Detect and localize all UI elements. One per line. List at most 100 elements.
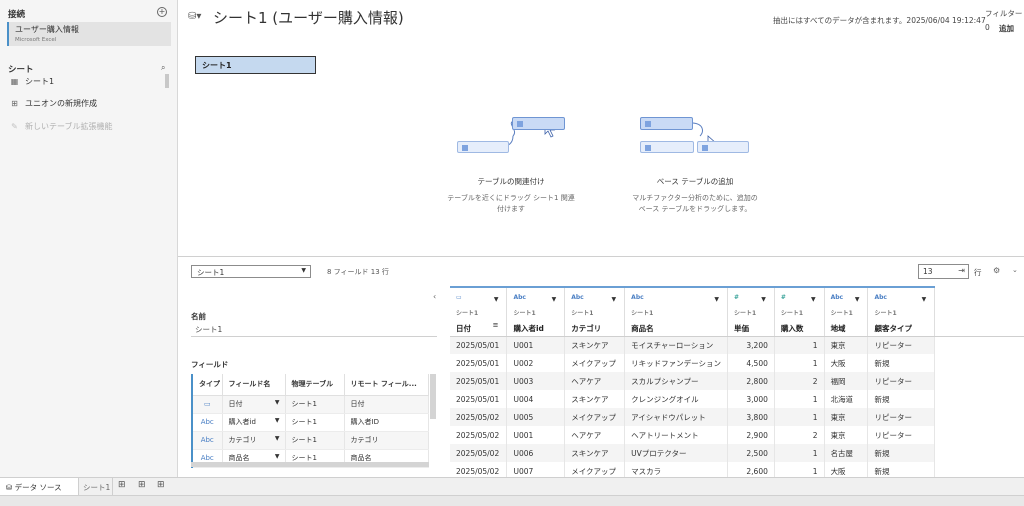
grid-cell[interactable]: 2,800 [727, 372, 775, 390]
grid-cell[interactable]: U006 [506, 444, 566, 462]
grid-cell[interactable]: 福岡 [824, 372, 869, 390]
grid-column-header[interactable]: Abc ▼ シート1 商品名 [624, 286, 729, 337]
field-header-table[interactable]: 物理テーブル [285, 374, 345, 396]
tab-data-source[interactable]: ⛁ データ ソース [0, 478, 79, 496]
grid-cell[interactable]: モイスチャーローション [624, 336, 729, 354]
grid-cell[interactable]: マスカラ [624, 462, 729, 477]
string-type-icon[interactable]: Abc [874, 294, 928, 303]
chevron-down-icon[interactable]: ▼ [275, 435, 280, 442]
field-table-vscrollbar[interactable] [430, 374, 436, 419]
tab-sheet[interactable]: シート1 [79, 478, 113, 496]
grid-cell[interactable]: 1 [774, 390, 825, 408]
grid-column-header[interactable]: # ▼ シート1 単価 [727, 286, 775, 337]
rows-input[interactable]: 13 ⇥ [918, 264, 969, 279]
grid-cell[interactable]: 2025/05/02 [450, 462, 508, 477]
chevron-down-icon[interactable]: ▼ [275, 417, 280, 424]
search-icon[interactable]: ⌕ [161, 63, 165, 73]
table-row[interactable]: Abc カテゴリ ▼ シート1 カテゴリ [191, 431, 429, 450]
grid-cell[interactable]: メイクアップ [564, 354, 626, 372]
grid-cell[interactable]: 東京 [824, 426, 869, 444]
table-select[interactable]: シート1 ▼ [191, 265, 311, 278]
grid-cell[interactable]: ヘアケア [564, 426, 626, 444]
grid-cell[interactable]: 3,000 [727, 390, 775, 408]
grid-cell[interactable]: リピーター [867, 408, 936, 426]
new-dashboard-icon[interactable]: ⊞ [138, 480, 146, 490]
grid-cell[interactable]: 2025/05/01 [450, 354, 508, 372]
grid-cell[interactable]: 3,800 [727, 408, 775, 426]
grid-cell[interactable]: 東京 [824, 336, 869, 354]
grid-cell[interactable]: 2,900 [727, 426, 775, 444]
grid-column-header[interactable]: # ▼ シート1 購入数 [774, 286, 825, 337]
grid-cell[interactable]: U007 [506, 462, 566, 477]
table-row[interactable]: ▭ 日付 ▼ シート1 日付 [191, 395, 429, 414]
chevron-down-icon[interactable]: ▼ [275, 399, 280, 406]
name-input[interactable]: シート1 [195, 324, 222, 335]
grid-cell[interactable]: 1 [774, 444, 825, 462]
sheet-item[interactable]: ▦ シート1 [10, 74, 54, 88]
grid-column-header[interactable]: ▭ ▼ シート1 日付 ≡ [450, 286, 508, 337]
new-worksheet-icon[interactable]: ⊞ [118, 480, 126, 490]
chevron-down-icon[interactable]: ▼ [714, 296, 719, 303]
gear-icon[interactable]: ⚙ [993, 266, 1000, 275]
panel-divider[interactable] [178, 256, 1024, 257]
grid-cell[interactable]: 4,500 [727, 354, 775, 372]
grid-cell[interactable]: 2,500 [727, 444, 775, 462]
canvas-table-pill[interactable]: シート1 [195, 56, 316, 74]
chevron-left-icon[interactable]: ‹ [433, 292, 436, 301]
field-header-name[interactable]: フィールド名 [222, 374, 286, 396]
add-connection-icon[interactable]: + [157, 7, 167, 17]
chevron-down-icon[interactable]: ⌄ [1012, 266, 1018, 274]
grid-cell[interactable]: リピーター [867, 336, 936, 354]
field-header-type[interactable]: タイプ [191, 374, 223, 396]
grid-cell[interactable]: U002 [506, 354, 566, 372]
string-type-icon[interactable]: Abc [631, 294, 721, 303]
chevron-down-icon[interactable]: ▼ [612, 296, 617, 303]
chevron-down-icon[interactable]: ▼ [922, 296, 927, 303]
grid-cell[interactable]: 2025/05/02 [450, 444, 508, 462]
field-header-remote[interactable]: リモート フィール... [344, 374, 429, 396]
apply-arrow-icon[interactable]: ⇥ [958, 266, 965, 275]
sort-icon[interactable]: ≡ [493, 321, 499, 329]
grid-cell[interactable]: ヘアケア [564, 372, 626, 390]
grid-column-header[interactable]: Abc ▼ シート1 購入者id [506, 286, 566, 337]
grid-cell[interactable]: リピーター [867, 372, 936, 390]
grid-cell[interactable]: リピーター [867, 426, 936, 444]
grid-cell[interactable]: U005 [506, 408, 566, 426]
grid-cell[interactable]: クレンジングオイル [624, 390, 729, 408]
grid-cell[interactable]: 新規 [867, 444, 936, 462]
grid-cell[interactable]: 2025/05/01 [450, 390, 508, 408]
grid-cell[interactable]: 2025/05/01 [450, 372, 508, 390]
grid-cell[interactable]: U003 [506, 372, 566, 390]
table-row[interactable]: Abc 購入者id ▼ シート1 購入者ID [191, 413, 429, 432]
chevron-down-icon[interactable]: ▼ [811, 296, 816, 303]
grid-cell[interactable]: 1 [774, 354, 825, 372]
grid-cell[interactable]: 新規 [867, 354, 936, 372]
chevron-down-icon[interactable]: ▼ [494, 296, 499, 303]
grid-cell[interactable]: UVプロテクター [624, 444, 729, 462]
chevron-down-icon[interactable]: ▼ [855, 296, 860, 303]
filter-add-link[interactable]: 追加 [999, 23, 1014, 34]
grid-cell[interactable]: 2025/05/02 [450, 426, 508, 444]
chevron-down-icon[interactable]: ▼ [552, 296, 557, 303]
grid-cell[interactable]: 北海道 [824, 390, 869, 408]
new-story-icon[interactable]: ⊞ [157, 480, 165, 490]
grid-cell[interactable]: メイクアップ [564, 408, 626, 426]
grid-cell[interactable]: 1 [774, 408, 825, 426]
grid-cell[interactable]: スキンケア [564, 444, 626, 462]
grid-cell[interactable]: 名古屋 [824, 444, 869, 462]
grid-column-header[interactable]: Abc ▼ シート1 カテゴリ [564, 286, 626, 337]
grid-cell[interactable]: U001 [506, 426, 566, 444]
grid-column-header[interactable]: Abc ▼ シート1 地域 [824, 286, 869, 337]
grid-cell[interactable]: 大阪 [824, 354, 869, 372]
grid-cell[interactable]: 2,600 [727, 462, 775, 477]
grid-cell[interactable]: 2 [774, 372, 825, 390]
chevron-down-icon[interactable]: ▼ [761, 296, 766, 303]
grid-cell[interactable]: 大阪 [824, 462, 869, 477]
field-table-hscrollbar[interactable] [191, 462, 429, 467]
connection-item[interactable]: ユーザー購入情報 Microsoft Excel [7, 22, 171, 46]
grid-cell[interactable]: アイシャドウパレット [624, 408, 729, 426]
grid-cell[interactable]: U001 [506, 336, 566, 354]
new-union-item[interactable]: ⊞ ユニオンの新規作成 [10, 96, 97, 110]
grid-cell[interactable]: スキンケア [564, 336, 626, 354]
grid-column-header[interactable]: Abc ▼ シート1 顧客タイプ [867, 286, 936, 337]
